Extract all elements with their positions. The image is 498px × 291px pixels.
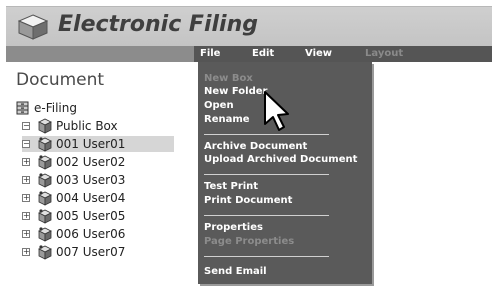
user-box-icon bbox=[38, 227, 52, 242]
tree-node-label: 006 User06 bbox=[56, 227, 126, 241]
tree-node-user05[interactable]: + 005 User05 bbox=[22, 208, 172, 224]
expand-icon[interactable]: + bbox=[22, 158, 30, 166]
menu-item-test-print[interactable]: Test Print bbox=[204, 180, 258, 193]
cabinet-icon bbox=[16, 101, 29, 115]
app-title: Electronic Filing bbox=[58, 12, 258, 37]
expand-icon[interactable]: + bbox=[22, 176, 30, 184]
tree-node-user07[interactable]: + 007 User07 bbox=[22, 244, 172, 260]
expand-icon[interactable]: + bbox=[22, 230, 30, 238]
expand-icon[interactable]: + bbox=[22, 248, 30, 256]
tree-node-label: 005 User05 bbox=[56, 209, 126, 223]
tree-node-user01[interactable]: − 001 User01 bbox=[22, 136, 174, 152]
menu-item-print-document[interactable]: Print Document bbox=[204, 194, 292, 207]
user-box-icon bbox=[38, 209, 52, 224]
collapse-icon[interactable]: − bbox=[22, 140, 30, 148]
menu-item-open[interactable]: Open bbox=[204, 99, 234, 112]
collapse-icon[interactable]: − bbox=[22, 122, 30, 130]
tree-root-label: e-Filing bbox=[34, 101, 77, 115]
tree-node-label: 003 User03 bbox=[56, 173, 126, 187]
cube-box-icon bbox=[18, 14, 48, 40]
menu-separator bbox=[204, 174, 329, 175]
menu-item-archive-document[interactable]: Archive Document bbox=[204, 140, 307, 153]
menu-item-send-email[interactable]: Send Email bbox=[204, 265, 267, 278]
menu-item-new-box: New Box bbox=[204, 73, 253, 84]
tree-node-label: 001 User01 bbox=[56, 137, 126, 151]
menu-separator bbox=[204, 134, 329, 135]
menu-item-page-properties: Page Properties bbox=[204, 236, 295, 247]
tree-node-user06[interactable]: + 006 User06 bbox=[22, 226, 172, 242]
public-box-icon bbox=[38, 118, 52, 134]
user-box-icon bbox=[38, 137, 52, 152]
menu-item-rename[interactable]: Rename bbox=[204, 113, 250, 126]
menu-edit[interactable]: Edit bbox=[252, 46, 274, 62]
menu-item-new-folder[interactable]: New Folder bbox=[204, 85, 267, 98]
tree-node-user02[interactable]: + 002 User02 bbox=[22, 154, 172, 170]
expand-icon[interactable]: + bbox=[22, 194, 30, 202]
tree-node-user04[interactable]: + 004 User04 bbox=[22, 190, 172, 206]
menu-layout: Layout bbox=[365, 48, 404, 59]
user-box-icon bbox=[38, 155, 52, 170]
tree-node-user03[interactable]: + 003 User03 bbox=[22, 172, 172, 188]
panel-title: Document bbox=[16, 70, 105, 90]
menu-view[interactable]: View bbox=[305, 46, 332, 62]
user-box-icon bbox=[38, 173, 52, 188]
user-box-icon bbox=[38, 191, 52, 206]
tree-root-efiling[interactable]: e-Filing bbox=[14, 100, 184, 116]
menu-file[interactable]: File bbox=[200, 46, 220, 62]
user-box-icon bbox=[38, 245, 52, 260]
menu-item-properties[interactable]: Properties bbox=[204, 221, 263, 234]
expand-icon[interactable]: + bbox=[22, 212, 30, 220]
tree-node-label: Public Box bbox=[56, 119, 118, 133]
tree-node-label: 002 User02 bbox=[56, 155, 126, 169]
menu-separator bbox=[204, 256, 329, 257]
panel-header-strip bbox=[6, 46, 194, 62]
arrow-cursor-icon bbox=[264, 91, 289, 131]
menu-bar: File Edit View Layout bbox=[194, 46, 492, 62]
tree-node-label: 004 User04 bbox=[56, 191, 126, 205]
tree-node-public-box[interactable]: − Public Box bbox=[22, 118, 172, 134]
menu-item-upload-archived-document[interactable]: Upload Archived Document bbox=[204, 153, 357, 166]
menu-separator bbox=[204, 215, 329, 216]
title-bar: Electronic Filing bbox=[6, 6, 492, 46]
tree-node-label: 007 User07 bbox=[56, 245, 126, 259]
